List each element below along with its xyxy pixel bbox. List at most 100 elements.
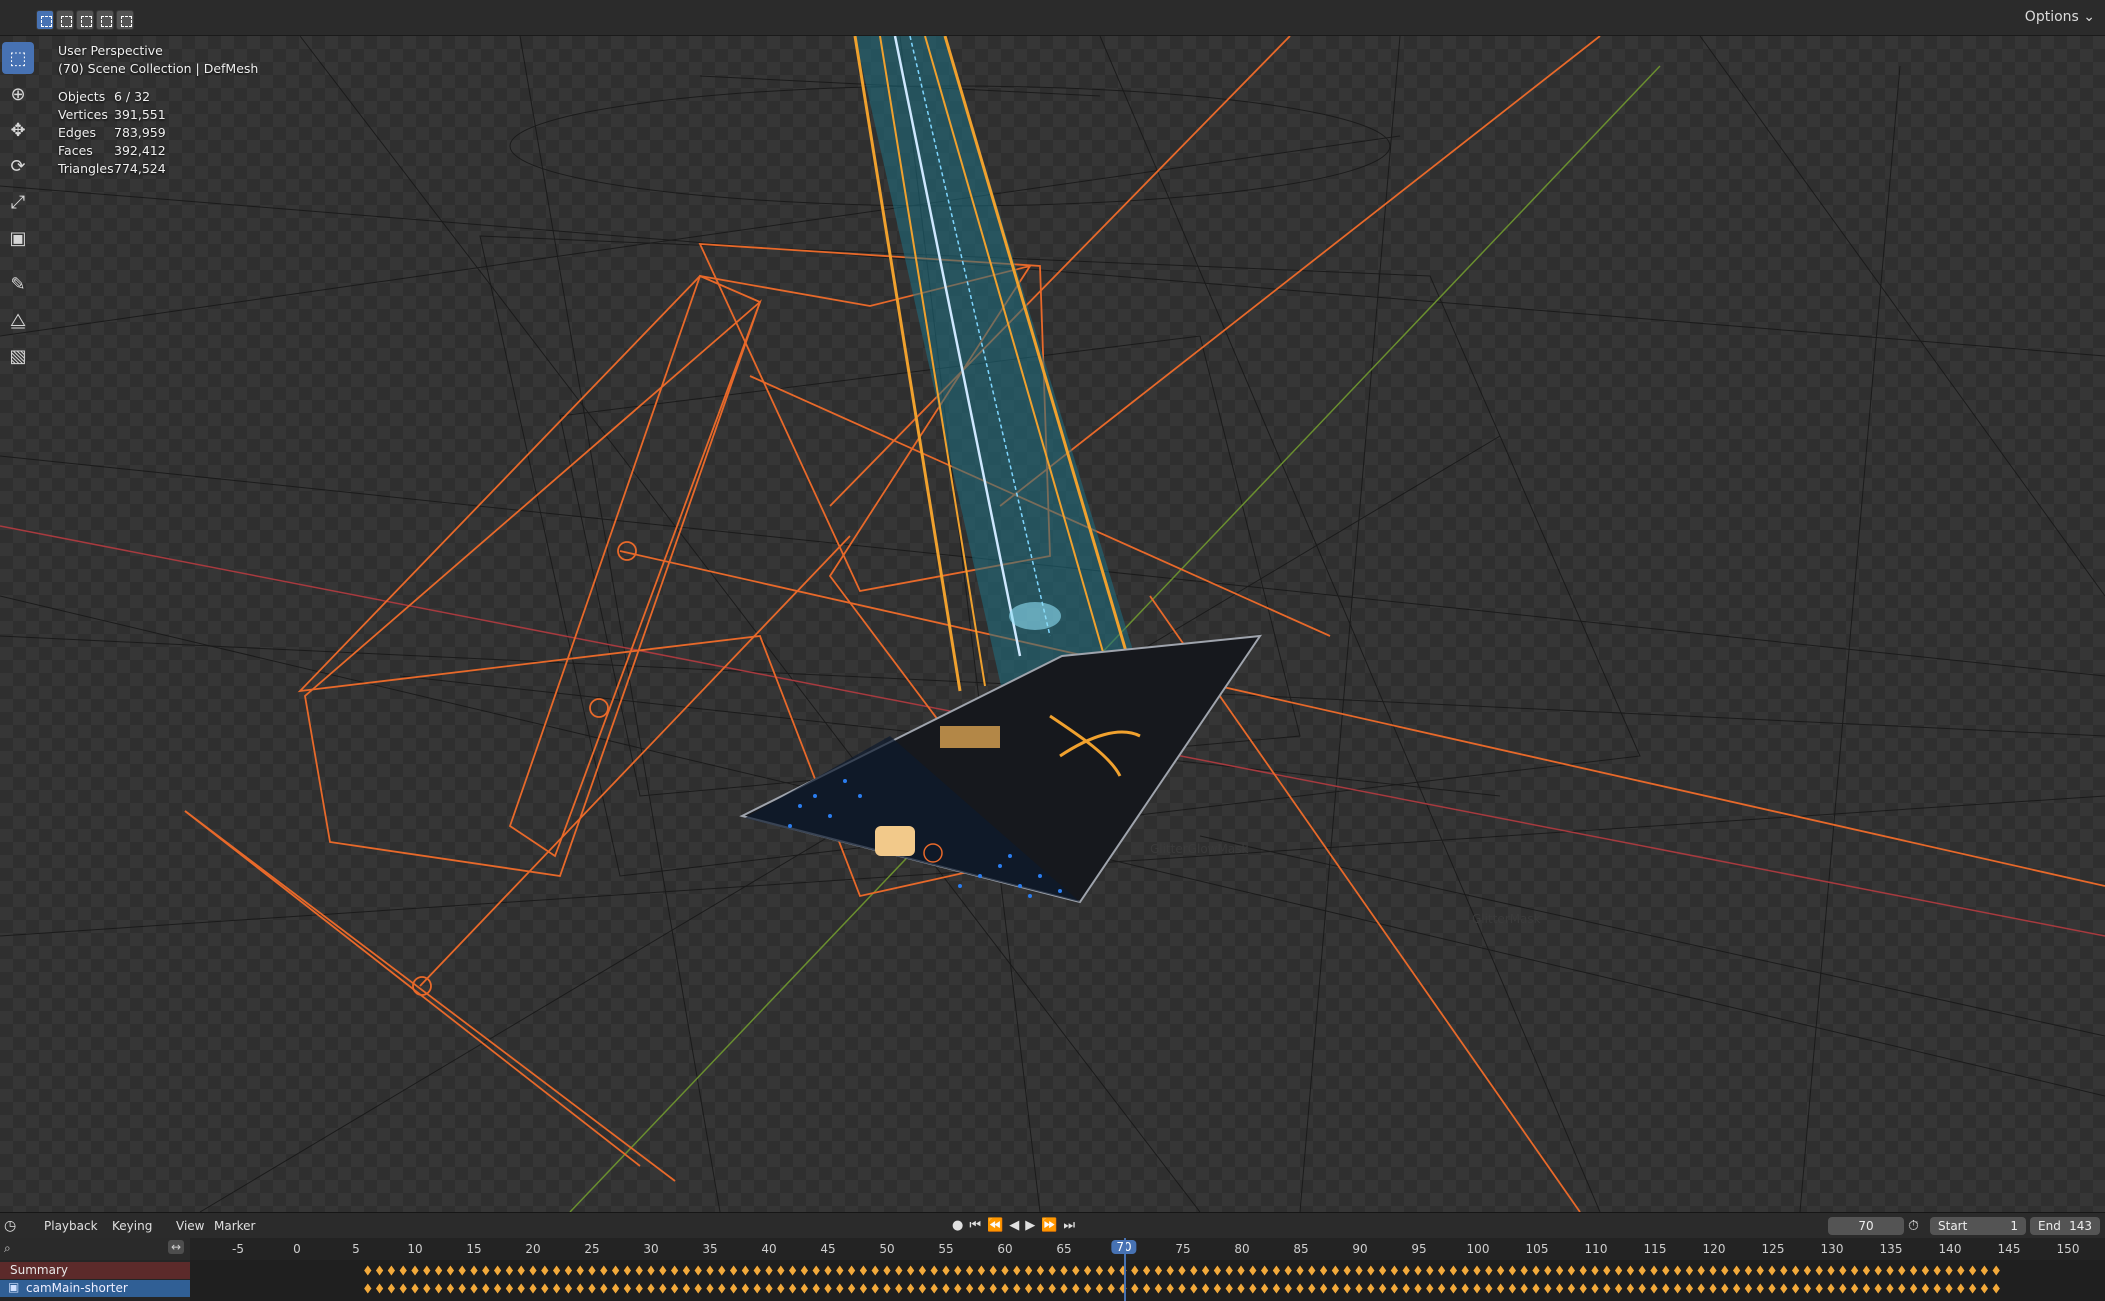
subtract-mode-button[interactable] bbox=[76, 10, 94, 30]
keyframe-diamond[interactable] bbox=[1260, 1264, 1269, 1277]
keyframe-diamond[interactable] bbox=[1602, 1264, 1612, 1277]
keyframe-diamond[interactable] bbox=[941, 1282, 951, 1295]
keyframe-diamond[interactable] bbox=[1024, 1282, 1033, 1295]
keyframe-diamond[interactable] bbox=[953, 1282, 963, 1295]
keyframe-diamond[interactable] bbox=[1767, 1264, 1777, 1277]
keyframe-diamond[interactable] bbox=[1932, 1264, 1942, 1277]
keyframe-diamond[interactable] bbox=[1425, 1264, 1435, 1277]
keyframe-diamond[interactable] bbox=[835, 1282, 845, 1295]
keyframe-diamond[interactable] bbox=[634, 1282, 644, 1295]
view-menu[interactable]: View bbox=[176, 1219, 204, 1233]
keyframe-diamond[interactable] bbox=[1460, 1264, 1470, 1277]
keyframe-diamond[interactable] bbox=[1295, 1282, 1305, 1295]
keyframe-diamond[interactable] bbox=[516, 1282, 526, 1295]
keyframe-diamond[interactable] bbox=[1873, 1264, 1883, 1277]
keyframe-diamond[interactable] bbox=[1036, 1282, 1045, 1295]
keyframe-diamond[interactable] bbox=[1661, 1264, 1671, 1277]
keyframe-diamond[interactable] bbox=[1319, 1282, 1328, 1295]
jump-end-icon[interactable]: ⏭ bbox=[1063, 1218, 1075, 1233]
keyframe-diamond[interactable] bbox=[1791, 1264, 1800, 1277]
keyframe-diamond[interactable] bbox=[1673, 1264, 1682, 1277]
keyframe-diamond[interactable] bbox=[1012, 1282, 1022, 1295]
keyframe-diamond[interactable] bbox=[1472, 1282, 1482, 1295]
keyframe-diamond[interactable] bbox=[1767, 1282, 1777, 1295]
keyframe-diamond[interactable] bbox=[1673, 1282, 1682, 1295]
keyframe-diamond[interactable] bbox=[847, 1264, 856, 1277]
keyframe-diamond[interactable] bbox=[457, 1282, 467, 1295]
keyframe-diamond[interactable] bbox=[1366, 1282, 1376, 1295]
keyframe-diamond[interactable] bbox=[693, 1282, 703, 1295]
keyframe-diamond[interactable] bbox=[658, 1264, 668, 1277]
keyframe-diamond[interactable] bbox=[1649, 1282, 1659, 1295]
keyframe-diamond[interactable] bbox=[1590, 1264, 1600, 1277]
keyframe-diamond[interactable] bbox=[564, 1264, 573, 1277]
keyframe-diamond[interactable] bbox=[1909, 1282, 1918, 1295]
keyframe-diamond[interactable] bbox=[1000, 1282, 1010, 1295]
keyframe-diamond[interactable] bbox=[1106, 1264, 1116, 1277]
keyframe-diamond[interactable] bbox=[1130, 1264, 1140, 1277]
keyframe-diamond[interactable] bbox=[1991, 1282, 2000, 1295]
keyframe-diamond[interactable] bbox=[1437, 1264, 1446, 1277]
object-keyframes[interactable] bbox=[300, 1280, 2000, 1297]
keyframe-diamond[interactable] bbox=[375, 1282, 384, 1295]
keyframe-diamond[interactable] bbox=[611, 1282, 620, 1295]
keyframe-diamond[interactable] bbox=[540, 1264, 550, 1277]
keyframe-diamond[interactable] bbox=[1413, 1282, 1423, 1295]
keyframe-diamond[interactable] bbox=[1921, 1282, 1930, 1295]
keyframe-diamond[interactable] bbox=[1696, 1264, 1706, 1277]
keyframe-diamond[interactable] bbox=[1413, 1264, 1423, 1277]
keyframe-diamond[interactable] bbox=[1980, 1264, 1989, 1277]
keyframe-diamond[interactable] bbox=[1614, 1264, 1623, 1277]
options-dropdown[interactable]: Options ⌄ bbox=[2025, 9, 2095, 25]
keyframe-diamond[interactable] bbox=[1177, 1264, 1187, 1277]
dopesheet-area[interactable]: Summary camMain-shorter ▣ bbox=[0, 1260, 2105, 1301]
keyframe-diamond[interactable] bbox=[894, 1264, 904, 1277]
keyframe-diamond[interactable] bbox=[552, 1264, 561, 1277]
keyframe-diamond[interactable] bbox=[1720, 1264, 1730, 1277]
keyframe-diamond[interactable] bbox=[1826, 1282, 1836, 1295]
keyframe-diamond[interactable] bbox=[988, 1264, 998, 1277]
annotate-tool-icon[interactable]: ✎ bbox=[2, 268, 34, 300]
keyframe-diamond[interactable] bbox=[1366, 1264, 1376, 1277]
keyframe-diamond[interactable] bbox=[1708, 1282, 1718, 1295]
keyframe-diamond[interactable] bbox=[1390, 1282, 1399, 1295]
keyframe-diamond[interactable] bbox=[1295, 1264, 1305, 1277]
keyframe-diamond[interactable] bbox=[1543, 1282, 1553, 1295]
keyframe-diamond[interactable] bbox=[528, 1282, 538, 1295]
keyframe-diamond[interactable] bbox=[1236, 1282, 1246, 1295]
keyframe-diamond[interactable] bbox=[1201, 1282, 1210, 1295]
summary-keyframes[interactable] bbox=[300, 1262, 2000, 1279]
keyframe-diamond[interactable] bbox=[764, 1264, 774, 1277]
play-icon[interactable]: ▶ bbox=[1025, 1218, 1035, 1233]
keyframe-diamond[interactable] bbox=[1189, 1264, 1199, 1277]
keyframe-diamond[interactable] bbox=[446, 1264, 455, 1277]
keyframe-diamond[interactable] bbox=[1095, 1264, 1104, 1277]
keyframe-diamond[interactable] bbox=[1578, 1264, 1588, 1277]
keyframe-diamond[interactable] bbox=[1260, 1282, 1269, 1295]
keyframe-diamond[interactable] bbox=[1071, 1264, 1081, 1277]
keyframe-diamond[interactable] bbox=[918, 1282, 927, 1295]
keyframe-diamond[interactable] bbox=[1909, 1264, 1918, 1277]
keyframe-diamond[interactable] bbox=[446, 1282, 455, 1295]
keyframe-diamond[interactable] bbox=[870, 1282, 880, 1295]
keyframe-diamond[interactable] bbox=[1142, 1264, 1151, 1277]
keyframe-diamond[interactable] bbox=[929, 1282, 939, 1295]
keyframe-diamond[interactable] bbox=[929, 1264, 939, 1277]
current-frame-field[interactable]: 70 bbox=[1828, 1217, 1904, 1235]
rotate-tool-icon[interactable]: ⟳ bbox=[2, 150, 34, 182]
keyframe-diamond[interactable] bbox=[741, 1282, 750, 1295]
keyframe-diamond[interactable] bbox=[1083, 1282, 1092, 1295]
keyframe-diamond[interactable] bbox=[457, 1264, 467, 1277]
keyframe-diamond[interactable] bbox=[387, 1264, 396, 1277]
keyframe-diamond[interactable] bbox=[1130, 1282, 1140, 1295]
keyframe-diamond[interactable] bbox=[1567, 1282, 1576, 1295]
keyframe-diamond[interactable] bbox=[481, 1282, 491, 1295]
keyframe-diamond[interactable] bbox=[1897, 1282, 1907, 1295]
keyframe-diamond[interactable] bbox=[1755, 1282, 1765, 1295]
marker-menu[interactable]: Marker bbox=[214, 1219, 255, 1233]
keyframe-diamond[interactable] bbox=[1968, 1264, 1977, 1277]
keyframe-diamond[interactable] bbox=[1732, 1264, 1741, 1277]
keyframe-diamond[interactable] bbox=[1626, 1264, 1635, 1277]
keyframe-diamond[interactable] bbox=[623, 1264, 632, 1277]
keyframe-diamond[interactable] bbox=[1342, 1264, 1352, 1277]
